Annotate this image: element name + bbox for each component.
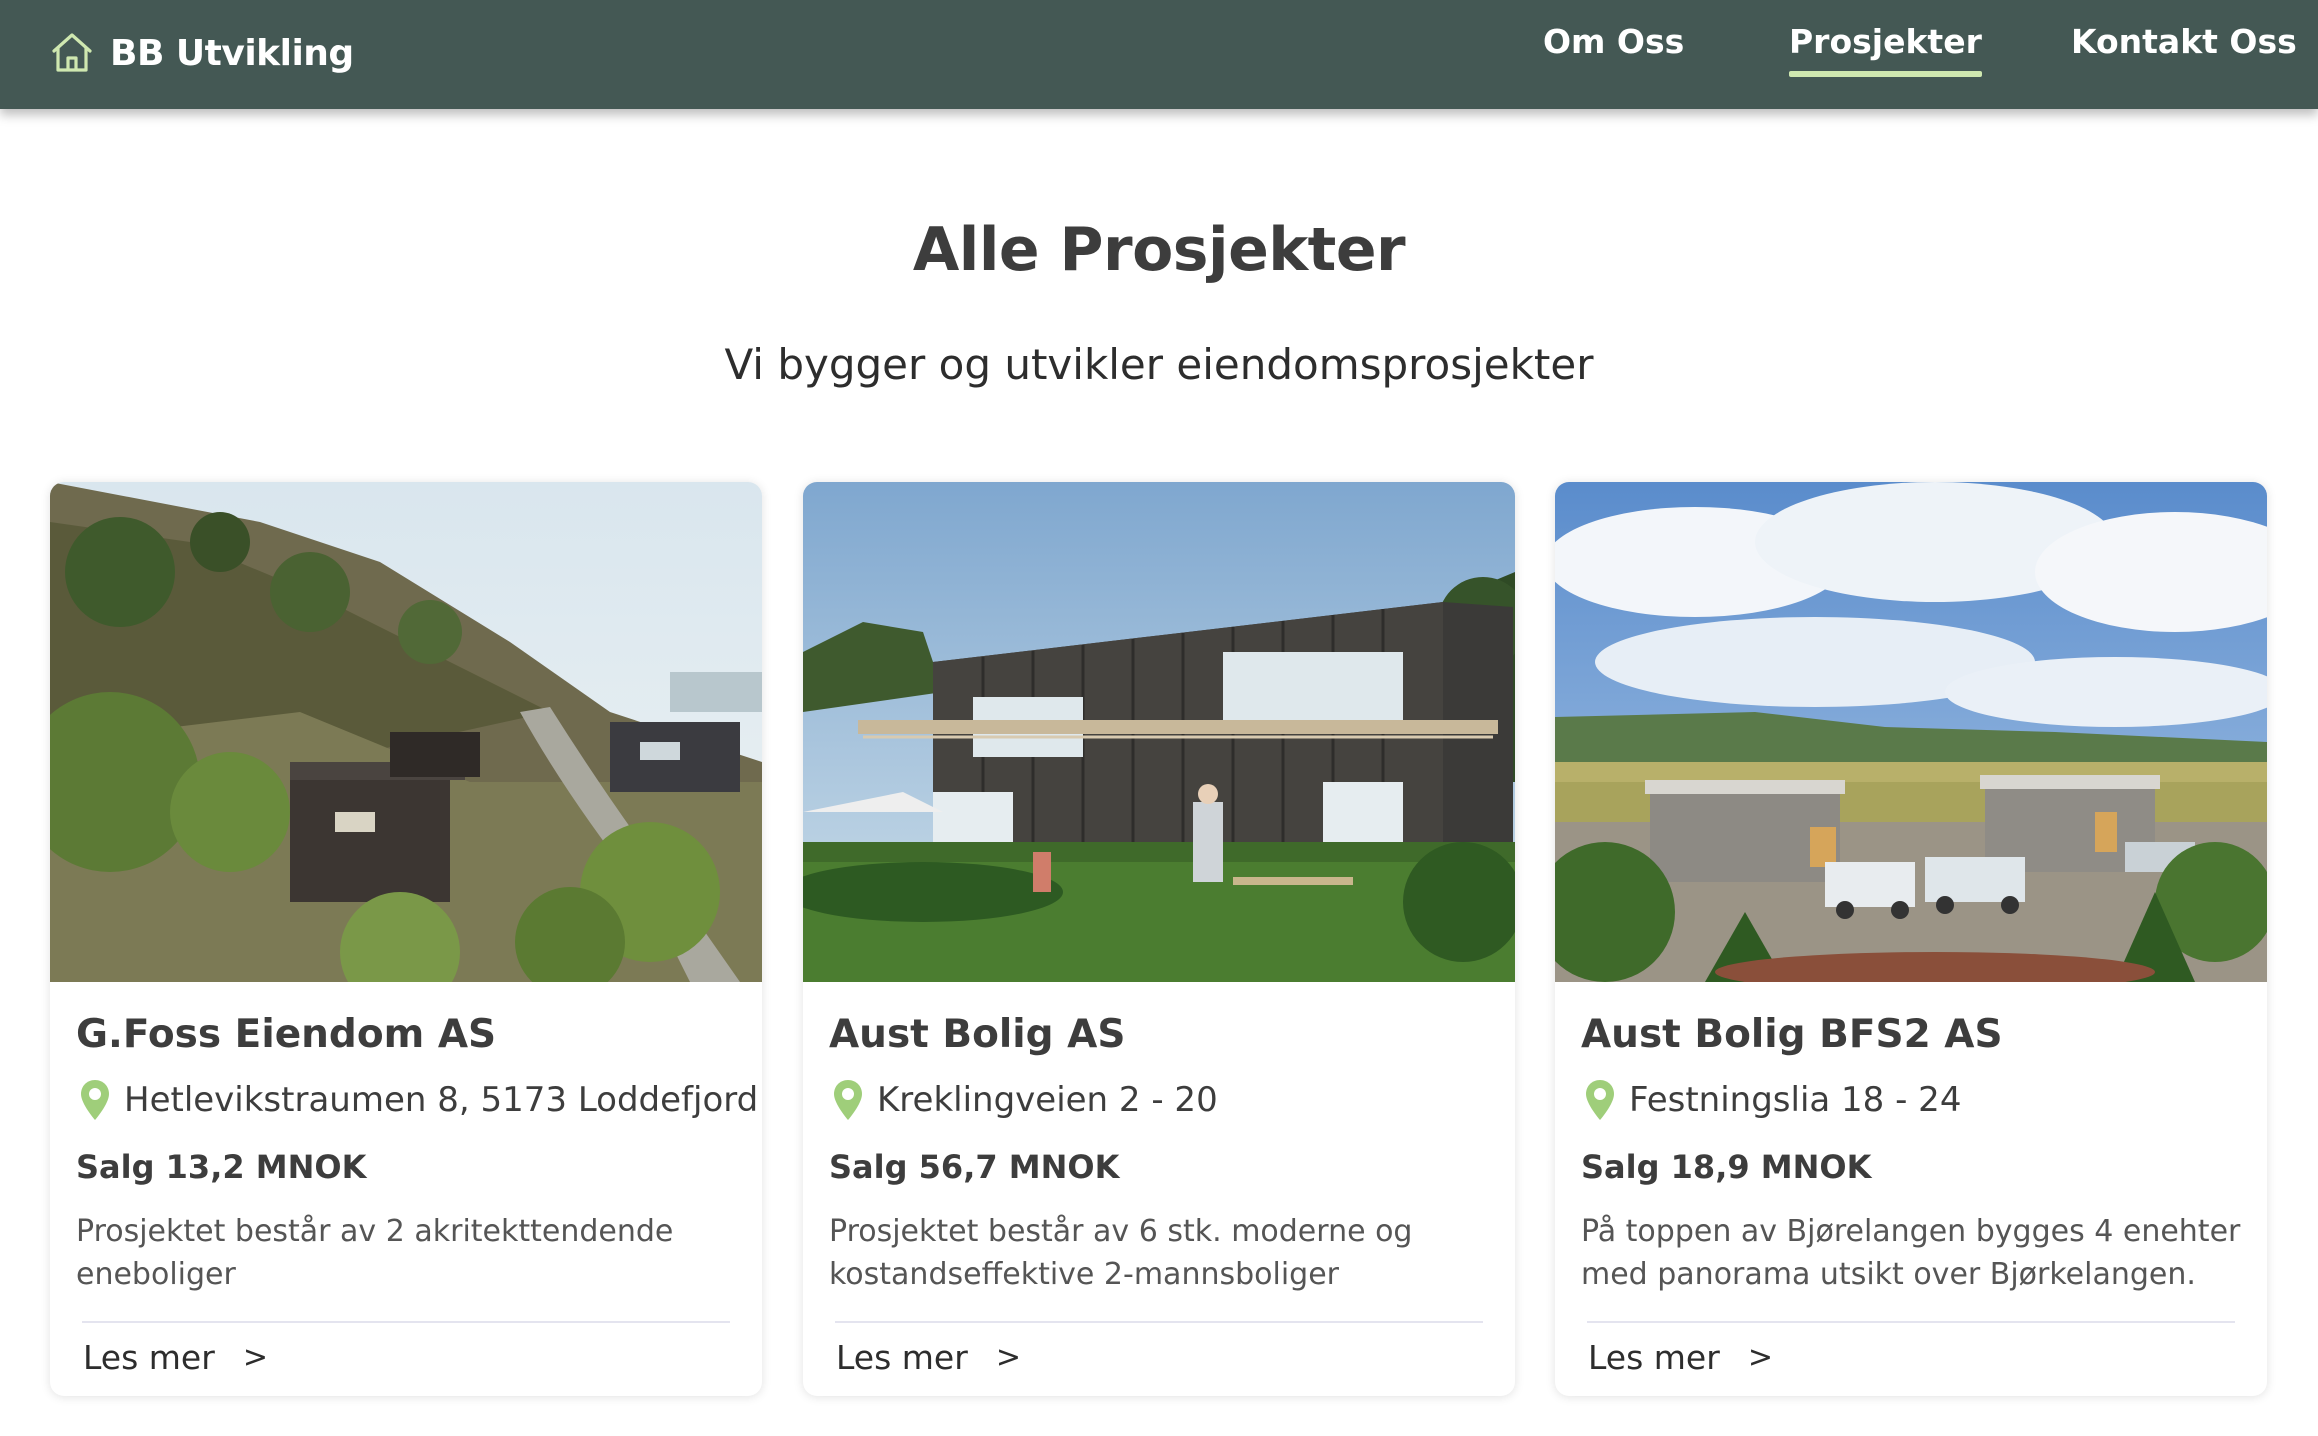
project-location: Hetlevikstraumen 8, 5173 Loddefjord [80,1080,758,1120]
project-title: Aust Bolig AS [829,1012,1126,1057]
chevron-right-icon: > [242,1340,268,1375]
divider [1587,1321,2235,1323]
project-sale: Salg 56,7 MNOK [829,1148,1120,1186]
divider [82,1321,730,1323]
chevron-right-icon: > [995,1340,1021,1375]
project-description: Prosjektet består av 6 stk. moderne og k… [829,1214,1413,1292]
project-location: Kreklingveien 2 - 20 [833,1080,1218,1120]
project-title: Aust Bolig BFS2 AS [1581,1012,2003,1057]
project-card[interactable]: Aust Bolig BFS2 AS Festningslia 18 - 24 … [1555,482,2267,1396]
map-pin-icon [81,1080,109,1120]
project-card[interactable]: Aust Bolig AS Kreklingveien 2 - 20 Salg … [803,482,1515,1396]
project-description: Prosjektet består av 2 akritekttendende … [76,1214,674,1292]
project-address: Kreklingveien 2 - 20 [877,1080,1218,1120]
project-image [803,482,1515,982]
chevron-right-icon: > [1747,1340,1773,1375]
project-address: Festningslia 18 - 24 [1629,1080,1962,1120]
nav-item-prosjekter[interactable]: Prosjekter [1789,22,1982,77]
page-subtitle: Vi bygger og utvikler eiendomsprosjekter [724,340,1594,389]
project-image [50,482,762,982]
brand-name: BB Utvikling [110,32,354,74]
read-more-label: Les mer [1588,1338,1720,1377]
read-more-label: Les mer [836,1338,968,1377]
brand[interactable]: BB Utvikling [48,18,354,88]
read-more-label: Les mer [83,1338,215,1377]
project-image [1555,482,2267,982]
project-sale: Salg 18,9 MNOK [1581,1148,1872,1186]
nav-item-kontakt-oss[interactable]: Kontakt Oss [2071,22,2297,61]
project-description: På toppen av Bjørelangen bygges 4 enehte… [1581,1214,2241,1292]
divider [835,1321,1483,1323]
read-more-link[interactable]: Les mer > [836,1338,1021,1377]
top-navigation-bar: BB Utvikling Om Oss Prosjekter Kontakt O… [0,0,2318,109]
project-card[interactable]: G.Foss Eiendom AS Hetlevikstraumen 8, 51… [50,482,762,1396]
read-more-link[interactable]: Les mer > [1588,1338,1773,1377]
house-icon [52,33,92,72]
page-title: Alle Prosjekter [912,215,1406,285]
project-location: Festningslia 18 - 24 [1585,1080,1961,1120]
nav-item-om-oss[interactable]: Om Oss [1543,22,1684,61]
project-sale: Salg 13,2 MNOK [76,1148,367,1186]
read-more-link[interactable]: Les mer > [83,1338,268,1377]
project-address: Hetlevikstraumen 8, 5173 Loddefjord [124,1080,759,1120]
project-title: G.Foss Eiendom AS [76,1012,497,1057]
map-pin-icon [834,1080,862,1120]
map-pin-icon [1586,1080,1614,1120]
